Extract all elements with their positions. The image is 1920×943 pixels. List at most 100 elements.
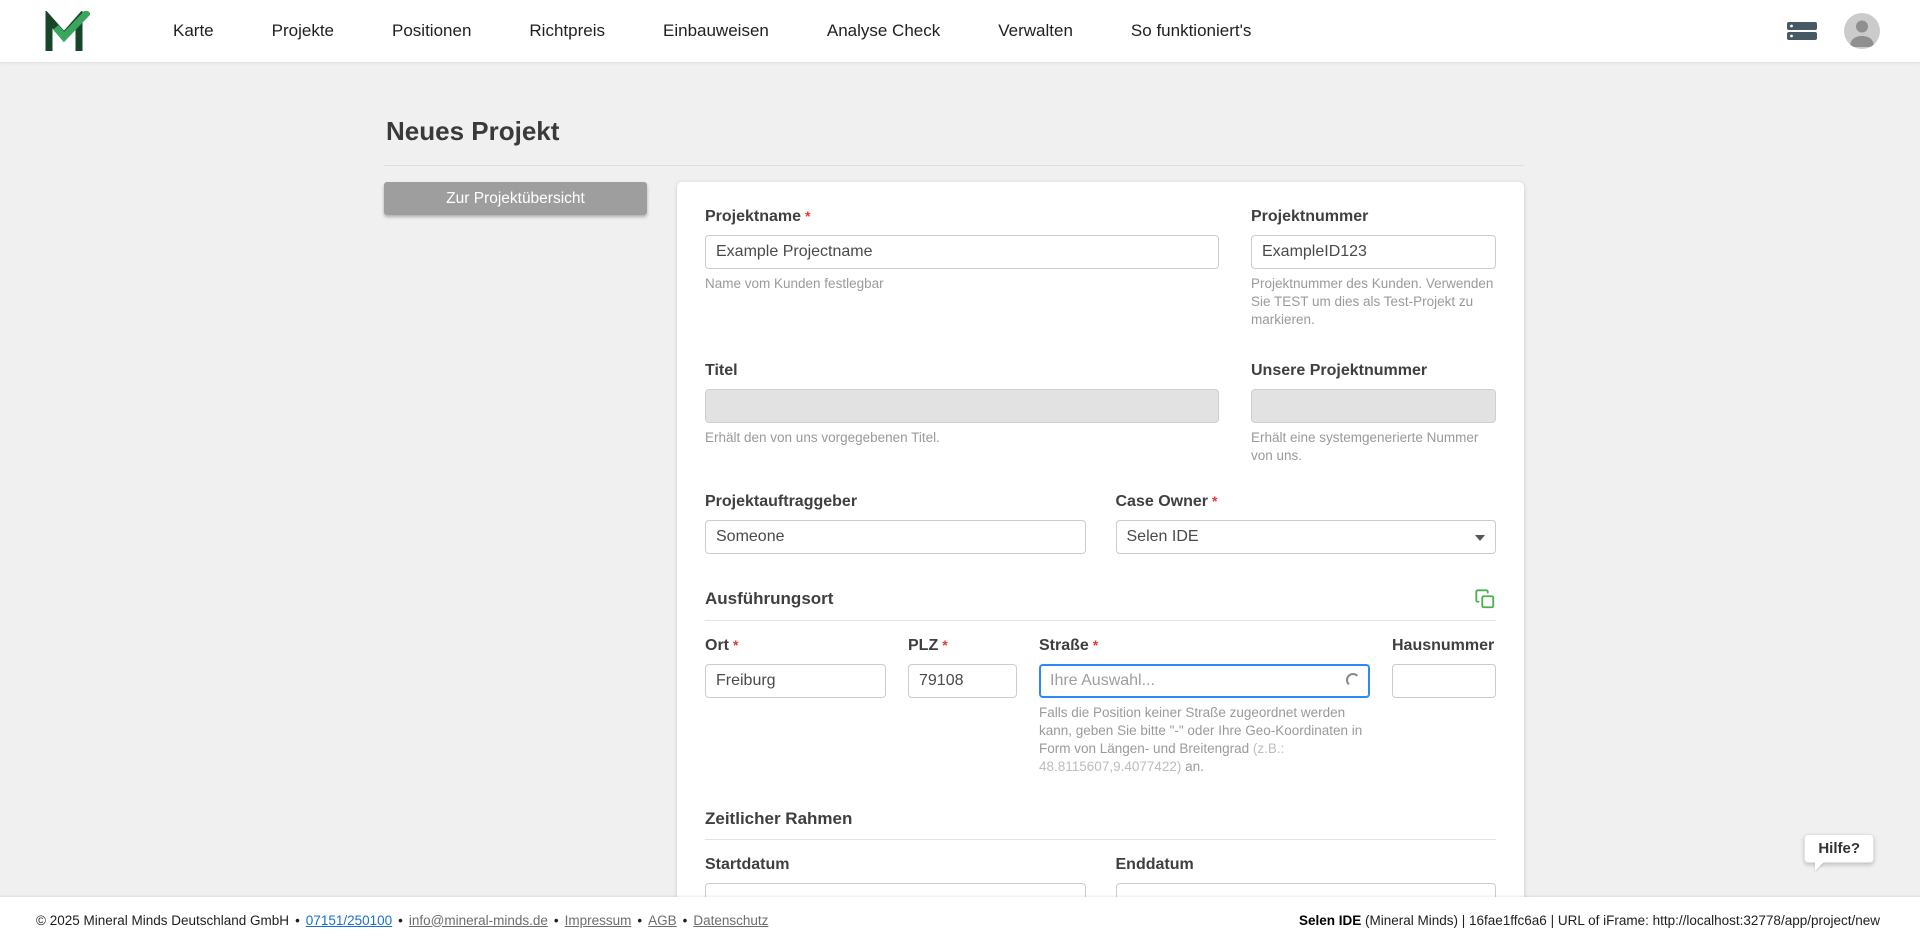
strasse-helper-main: Falls die Position keiner Straße zugeord… [1039,705,1362,756]
case-owner-label: Case Owner* [1116,493,1497,511]
field-projektname: Projektname* Name vom Kunden festlegbar [705,208,1219,328]
required-asterisk: * [733,637,738,653]
ausfuehrungsort-section-header: Ausführungsort [705,588,1496,610]
navbar-right [1786,13,1880,49]
footer-impressum-link[interactable]: Impressum [565,913,632,928]
nav-so-funktionierts[interactable]: So funktioniert's [1102,0,1280,62]
plz-label-text: PLZ [908,637,938,654]
help-button-label: Hilfe? [1818,840,1860,857]
unsere-projektnummer-helper: Erhält eine systemgenerierte Nummer von … [1251,429,1496,465]
nav-richtpreis[interactable]: Richtpreis [500,0,634,62]
footer-separator: • [398,913,403,928]
footer-agb-link[interactable]: AGB [648,913,677,928]
footer-copyright: © 2025 Mineral Minds Deutschland GmbH [36,913,289,928]
required-asterisk: * [1093,637,1098,653]
projektname-label-text: Projektname [705,208,801,225]
app-root: Karte Projekte Positionen Richtpreis Ein… [0,0,1920,943]
titel-label: Titel [705,362,1219,380]
plz-label: PLZ* [908,637,1017,655]
footer-phone-link[interactable]: 07151/250100 [306,913,392,928]
ort-label: Ort* [705,637,886,655]
field-enddatum: Enddatum [1116,856,1497,897]
nav-projekte[interactable]: Projekte [243,0,363,62]
footer-email-link[interactable]: info@mineral-minds.de [409,913,548,928]
strasse-label: Straße* [1039,637,1370,655]
main-area: Neues Projekt Zur Projektübersicht Proje… [0,62,1920,897]
copy-icon[interactable] [1474,588,1496,610]
footer-separator: • [554,913,559,928]
footer-session-info: (Mineral Minds) | 16fae1ffc6a6 | URL of … [1361,913,1880,928]
strasse-label-text: Straße [1039,637,1089,654]
nav-positionen[interactable]: Positionen [363,0,500,62]
footer-session-user: Selen IDE [1299,913,1361,928]
startdatum-label: Startdatum [705,856,1086,874]
nav-verwalten[interactable]: Verwalten [969,0,1102,62]
field-startdatum: Startdatum [705,856,1086,897]
titel-input [705,389,1219,423]
startdatum-input[interactable] [705,883,1086,897]
strasse-helper-end: an. [1185,759,1204,774]
enddatum-label: Enddatum [1116,856,1497,874]
mineral-minds-logo[interactable] [44,11,90,51]
projektnummer-label: Projektnummer [1251,208,1496,226]
field-projektauftraggeber: Projektauftraggeber [705,493,1086,554]
case-owner-label-text: Case Owner [1116,493,1208,510]
ort-label-text: Ort [705,637,729,654]
zur-projektuebersicht-button[interactable]: Zur Projektübersicht [384,182,647,215]
case-owner-select[interactable]: Selen IDE [1116,520,1497,554]
projektnummer-input[interactable] [1251,235,1496,269]
strasse-input[interactable] [1039,664,1370,698]
zeitlicher-rahmen-heading: Zeitlicher Rahmen [705,809,852,829]
projektnummer-helper: Projektnummer des Kunden. Verwenden Sie … [1251,275,1496,328]
field-unsere-projektnummer: Unsere Projektnummer Erhält eine systemg… [1251,362,1496,465]
field-hausnummer: Hausnummer [1392,637,1496,775]
titel-helper: Erhält den von uns vorgegebenen Titel. [705,429,1219,447]
user-avatar[interactable] [1844,13,1880,49]
person-icon [1844,13,1880,49]
zeitlicher-rahmen-section-header: Zeitlicher Rahmen [705,809,1496,829]
projektname-helper: Name vom Kunden festlegbar [705,275,1219,293]
title-divider [384,165,1524,166]
field-strasse: Straße* Falls die Position keiner Straße… [1039,637,1370,775]
enddatum-input[interactable] [1116,883,1497,897]
required-asterisk: * [942,637,947,653]
field-titel: Titel Erhält den von uns vorgegebenen Ti… [705,362,1219,465]
nav-einbauweisen[interactable]: Einbauweisen [634,0,798,62]
footer-left: © 2025 Mineral Minds Deutschland GmbH • … [36,913,768,928]
loading-spinner [1346,673,1360,687]
projektauftraggeber-input[interactable] [705,520,1086,554]
nav-karte[interactable]: Karte [144,0,243,62]
project-form-card: Projektname* Name vom Kunden festlegbar … [677,182,1524,897]
hausnummer-label: Hausnummer [1392,637,1496,655]
chevron-down-icon [1475,535,1485,541]
ausfuehrungsort-heading: Ausführungsort [705,589,833,609]
hausnummer-input[interactable] [1392,664,1496,698]
page-title: Neues Projekt [386,116,1524,147]
server-icon[interactable] [1786,19,1818,43]
plz-input[interactable] [908,664,1017,698]
required-asterisk: * [805,208,810,224]
top-navbar: Karte Projekte Positionen Richtpreis Ein… [0,0,1920,62]
field-projektnummer: Projektnummer Projektnummer des Kunden. … [1251,208,1496,328]
ort-input[interactable] [705,664,886,698]
nav-analyse-check[interactable]: Analyse Check [798,0,969,62]
footer-datenschutz-link[interactable]: Datenschutz [693,913,768,928]
unsere-projektnummer-label: Unsere Projektnummer [1251,362,1496,380]
field-case-owner: Case Owner* Selen IDE [1116,493,1497,554]
required-asterisk: * [1212,493,1217,509]
strasse-helper: Falls die Position keiner Straße zugeord… [1039,704,1370,775]
main-nav: Karte Projekte Positionen Richtpreis Ein… [144,0,1280,62]
section-divider [705,620,1496,621]
footer-separator: • [683,913,688,928]
footer-separator: • [295,913,300,928]
logo-graphic [44,11,90,51]
field-plz: PLZ* [908,637,1017,775]
projektauftraggeber-label: Projektauftraggeber [705,493,1086,511]
footer-right: Selen IDE (Mineral Minds) | 16fae1ffc6a6… [1299,913,1880,928]
footer-separator: • [637,913,642,928]
unsere-projektnummer-input [1251,389,1496,423]
case-owner-selected-value: Selen IDE [1127,528,1199,546]
help-button[interactable]: Hilfe? [1804,834,1874,863]
projektname-input[interactable] [705,235,1219,269]
footer: © 2025 Mineral Minds Deutschland GmbH • … [0,897,1920,943]
